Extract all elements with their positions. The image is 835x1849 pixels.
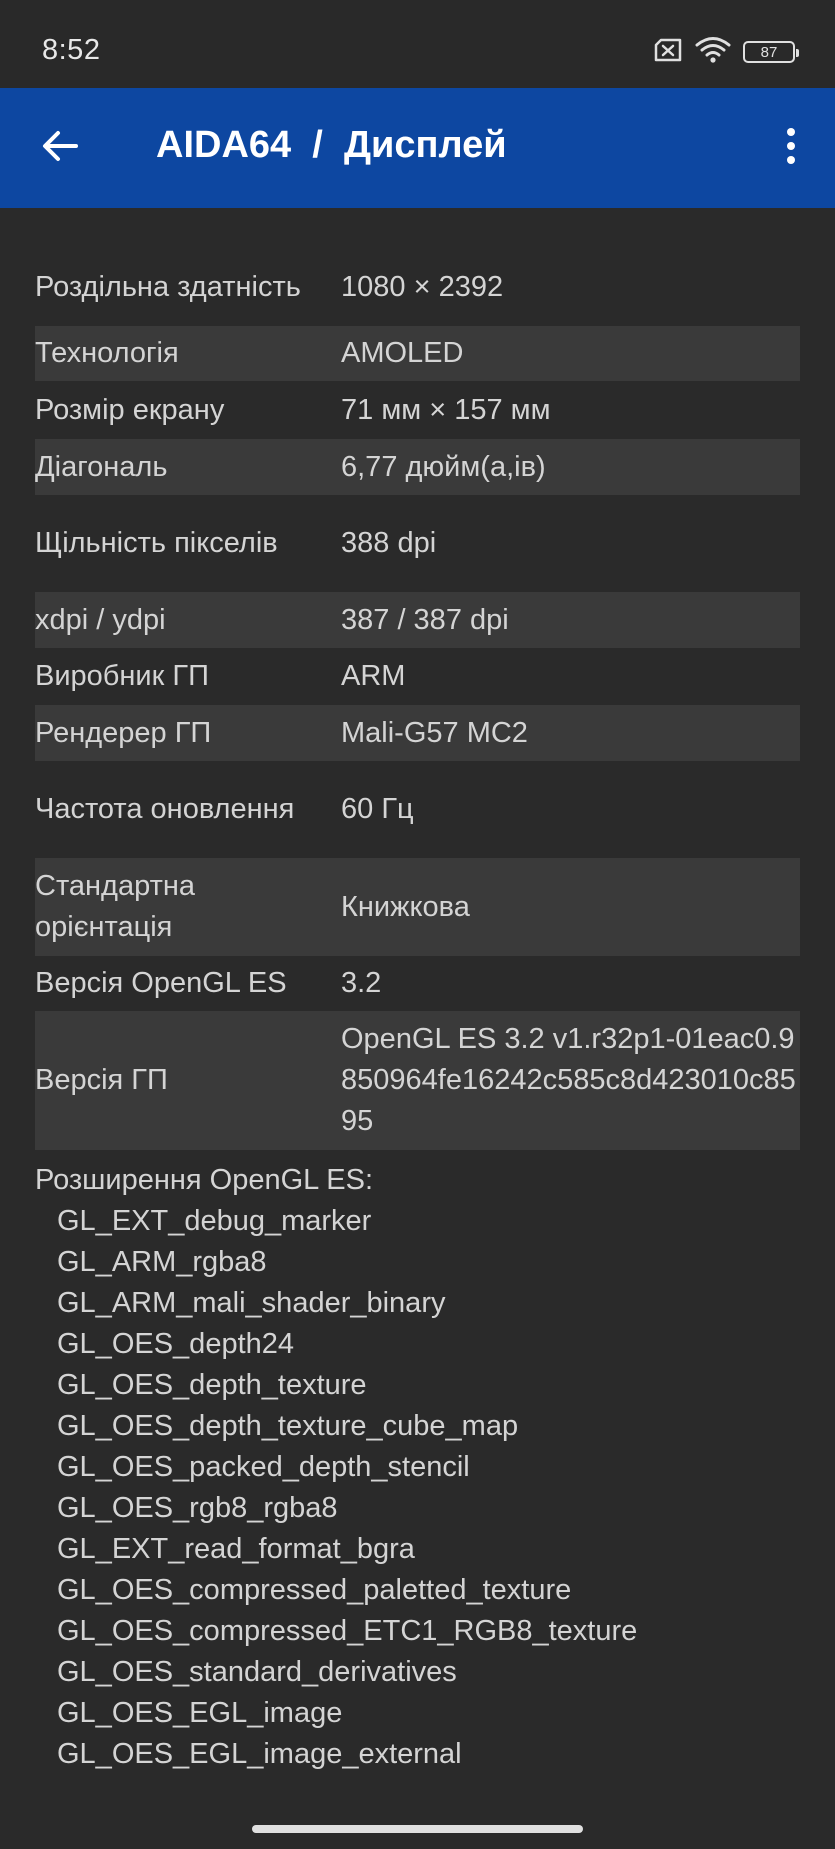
info-row-gpu-renderer: Рендерер ГП Mali-G57 MC2 (35, 705, 800, 761)
extension-item: GL_OES_depth24 (57, 1328, 295, 1360)
info-label: Рендерер ГП (35, 716, 212, 749)
info-label: Версія OpenGL ES (35, 967, 287, 999)
info-label: Виробник ГП (35, 660, 209, 692)
display-info-list[interactable]: Роздільна здатність 1080 × 2392 Технолог… (35, 248, 800, 1778)
extension-item: GL_ARM_rgba8 (57, 1246, 267, 1278)
info-value: 3.2 (341, 967, 382, 999)
extension-item: GL_OES_depth_texture_cube_map (57, 1410, 519, 1442)
info-row-technology: Технологія AMOLED (35, 326, 800, 381)
extension-item: GL_OES_rgb8_rgba8 (57, 1492, 338, 1524)
info-value: AMOLED (341, 337, 464, 369)
info-label: Діагональ (35, 450, 168, 483)
status-bar: 8:52 87 (0, 0, 835, 88)
extension-item: GL_ARM_mali_shader_binary (57, 1287, 446, 1319)
info-value: 71 мм × 157 мм (341, 393, 551, 426)
extension-item: GL_OES_compressed_ETC1_RGB8_texture (57, 1615, 638, 1647)
info-row-refresh-rate: Частота оновлення 60 Гц (35, 761, 800, 858)
info-row-resolution: Роздільна здатність 1080 × 2392 (35, 248, 800, 326)
extension-item: GL_OES_depth_texture (57, 1369, 367, 1401)
info-value: Mali-G57 MC2 (341, 716, 528, 749)
info-label: Технологія (35, 337, 179, 369)
info-value: OpenGL ES 3.2 v1.r32p1-01eac0.9850964fe1… (341, 1023, 796, 1137)
extension-item: GL_OES_standard_derivatives (57, 1656, 457, 1688)
info-value: 388 dpi (341, 527, 437, 559)
info-value: Книжкова (341, 890, 470, 923)
info-row-gpu-vendor: Виробник ГП ARM (35, 648, 800, 705)
info-label: Частота оновлення (35, 793, 295, 825)
info-label: xdpi / ydpi (35, 603, 166, 636)
info-row-opengl-es-version: Версія OpenGL ES 3.2 (35, 956, 800, 1011)
extension-item: GL_EXT_read_format_bgra (57, 1533, 415, 1565)
more-vert-icon (785, 126, 797, 171)
extension-item: GL_OES_EGL_image_external (57, 1738, 462, 1770)
info-row-gpu-version: Версія ГП OpenGL ES 3.2 v1.r32p1-01eac0.… (35, 1011, 800, 1150)
info-row-xdpi-ydpi: xdpi / ydpi 387 / 387 dpi (35, 592, 800, 648)
overflow-menu-button[interactable] (769, 118, 813, 178)
battery-level: 87 (760, 43, 778, 61)
app-bar: AIDA64 / Дисплей (0, 88, 835, 208)
back-button[interactable] (30, 118, 90, 178)
info-row-diagonal: Діагональ 6,77 дюйм(а,ів) (35, 439, 800, 495)
info-label: Стандартна орієнтація (35, 870, 196, 943)
info-label: Щільність пікселів (35, 527, 278, 559)
extensions-list: GL_EXT_debug_marker GL_ARM_rgba8 GL_ARM_… (35, 1201, 800, 1775)
extension-item: GL_OES_EGL_image (57, 1697, 343, 1729)
battery-icon: 87 (743, 41, 799, 63)
wifi-icon (695, 36, 731, 69)
extension-item: GL_OES_packed_depth_stencil (57, 1451, 470, 1483)
page-title: AIDA64 / Дисплей (156, 124, 507, 166)
info-label: Роздільна здатність (35, 270, 301, 303)
info-value: ARM (341, 660, 406, 692)
extension-item: GL_EXT_debug_marker (57, 1205, 372, 1237)
info-row-screen-size: Розмір екрану 71 мм × 157 мм (35, 381, 800, 439)
status-time: 8:52 (42, 34, 101, 66)
info-value: 1080 × 2392 (341, 270, 504, 303)
info-label: Версія ГП (35, 1064, 168, 1096)
extension-item: GL_OES_compressed_paletted_texture (57, 1574, 572, 1606)
status-icons: 87 (653, 36, 799, 69)
info-row-pixel-density: Щільність пікселів 388 dpi (35, 495, 800, 592)
home-indicator[interactable] (252, 1825, 583, 1833)
info-label: Розмір екрану (35, 393, 225, 426)
arrow-left-icon (40, 126, 80, 171)
extensions-header: Розширення OpenGL ES: (35, 1164, 374, 1196)
info-value: 387 / 387 dpi (341, 603, 509, 636)
info-value: 60 Гц (341, 793, 414, 825)
sim-error-icon (653, 38, 683, 67)
info-row-default-orientation: Стандартна орієнтація Книжкова (35, 858, 800, 956)
info-value: 6,77 дюйм(а,ів) (341, 450, 546, 483)
